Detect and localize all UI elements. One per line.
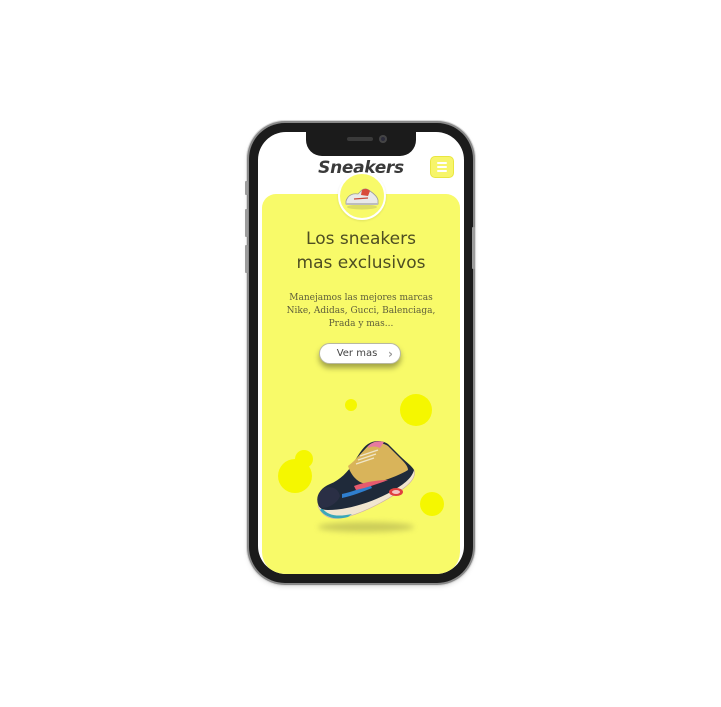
notch	[306, 132, 416, 156]
speaker-grille	[347, 137, 373, 141]
hamburger-menu-icon	[437, 162, 447, 172]
phone-volume-down	[245, 245, 248, 273]
chevron-right-icon: ›	[388, 347, 393, 361]
phone-volume-up	[245, 209, 248, 237]
hero-headline: Los sneakers mas exclusivos	[262, 227, 460, 275]
phone-frame: Sneakers Los sneakers mas exclusivos Man…	[245, 123, 475, 583]
hero-description: Manejamos las mejores marcas Nike, Adida…	[286, 293, 436, 329]
featured-sneaker-image	[317, 441, 415, 519]
ver-mas-button[interactable]: Ver mas ›	[319, 343, 401, 364]
hero-headline-line-2: mas exclusivos	[296, 253, 426, 273]
phone-screen: Sneakers Los sneakers mas exclusivos Man…	[258, 132, 464, 574]
phone-power-button	[472, 227, 475, 269]
hero-headline-line-1: Los sneakers	[306, 229, 416, 249]
ver-mas-label: Ver mas	[336, 348, 378, 359]
decor-bubble	[345, 399, 357, 411]
menu-button[interactable]	[430, 156, 454, 178]
phone-mute-switch	[245, 181, 248, 195]
sneaker-thumbnail[interactable]	[338, 172, 386, 220]
sneaker-thumbnail-icon	[345, 188, 379, 210]
front-camera	[379, 135, 387, 143]
